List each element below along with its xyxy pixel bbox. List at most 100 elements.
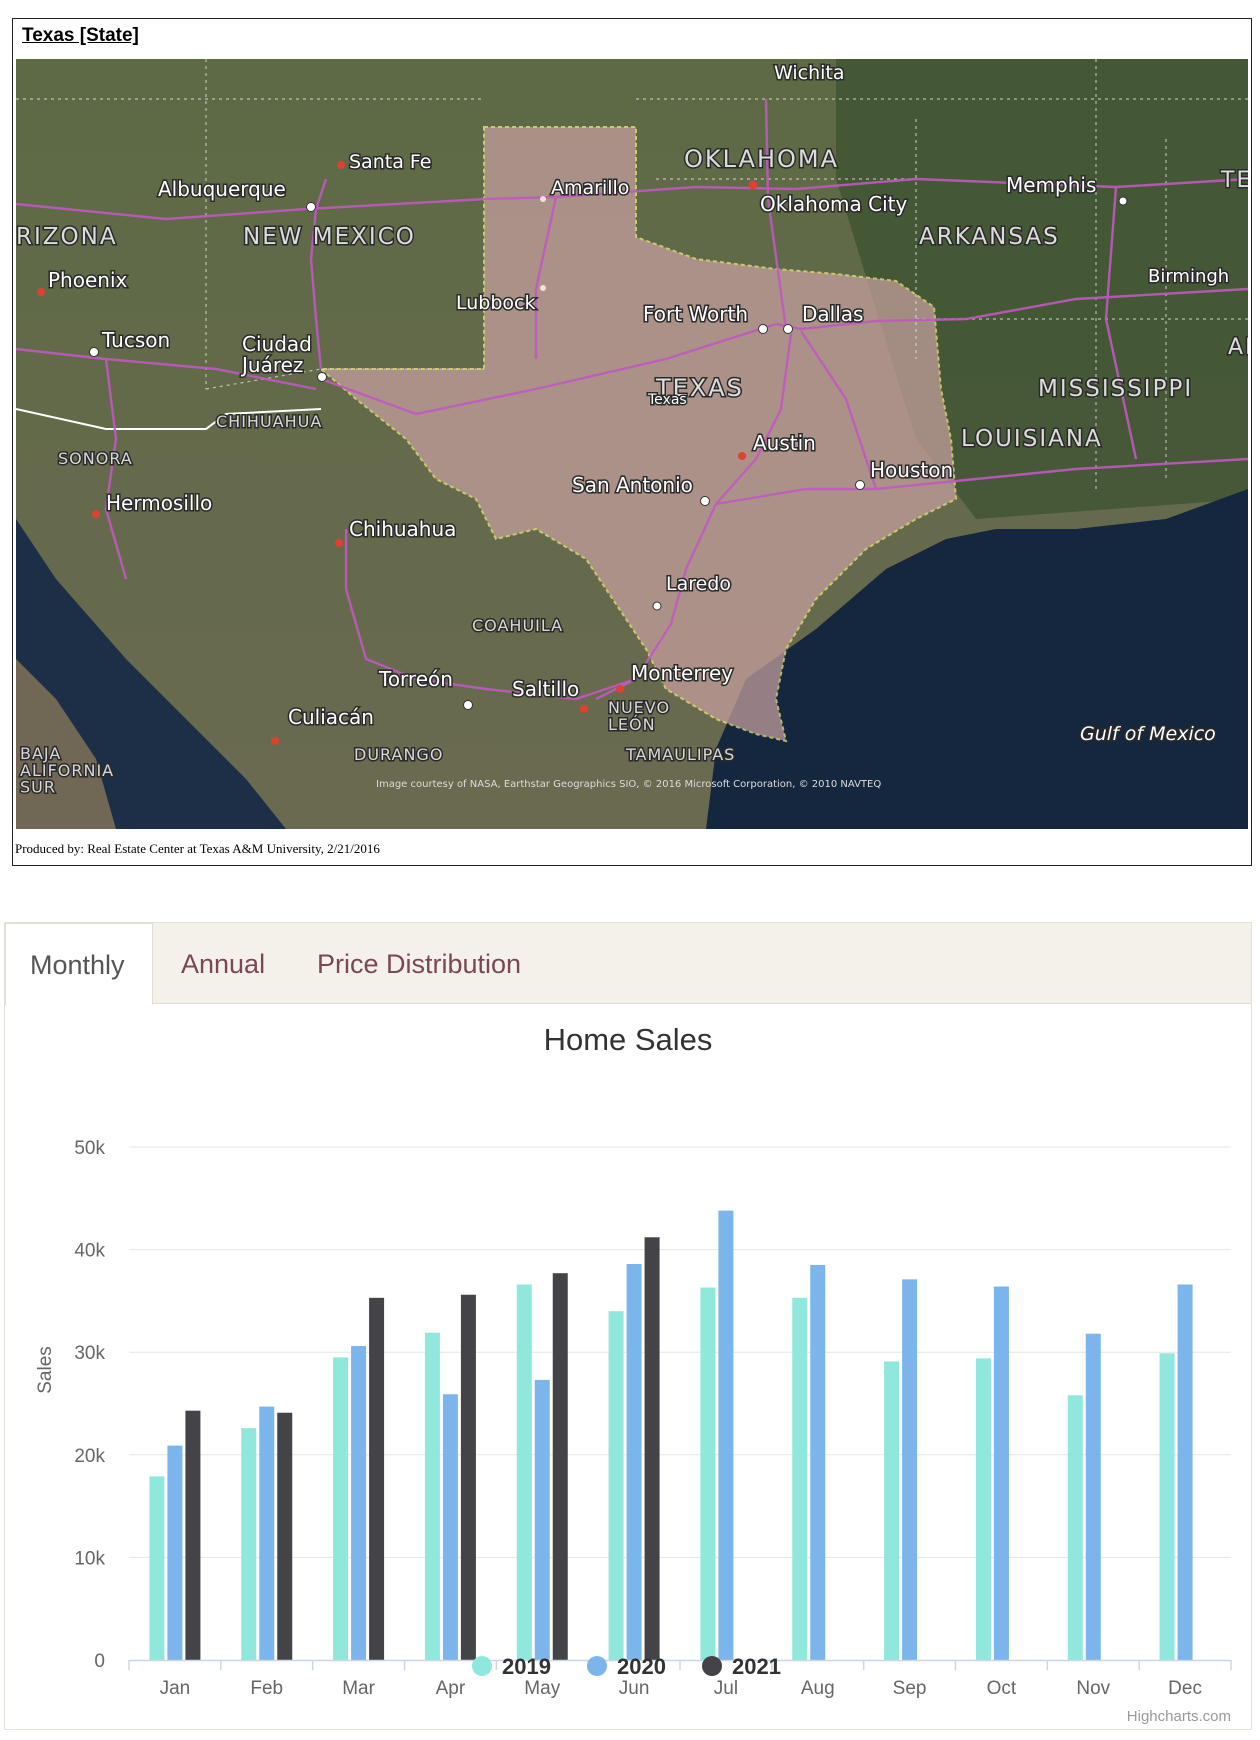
tab-monthly[interactable]: Monthly xyxy=(5,923,153,1005)
label-arkansas: ARKANSAS xyxy=(919,224,1060,250)
bar-2021-jan[interactable] xyxy=(185,1410,201,1660)
home-sales-chart: Home Sales Sales 0 10k 20k 30k 40k 50k Jan Feb… xyxy=(35,1022,1232,1725)
legend-marker xyxy=(472,1656,492,1676)
label-sonora: SONORA xyxy=(58,449,133,468)
bar-2019-jun[interactable] xyxy=(608,1311,624,1660)
bar-2021-feb[interactable] xyxy=(277,1412,293,1660)
label-monterrey: Monterrey xyxy=(631,661,733,685)
label-arizona: RIZONA xyxy=(16,224,118,250)
x-tick-label: Nov xyxy=(1076,1678,1110,1699)
label-chihuahua-region: CHIHUAHUA xyxy=(216,412,322,431)
y-tick-label: 20k xyxy=(74,1446,105,1467)
bar-2019-apr[interactable] xyxy=(424,1332,440,1660)
tab-bar: Monthly Annual Price Distribution xyxy=(5,923,1251,1005)
bar-2020-apr[interactable] xyxy=(442,1394,458,1660)
x-tick-label: Oct xyxy=(987,1678,1017,1699)
bar-2019-mar[interactable] xyxy=(333,1357,349,1660)
label-alabama: AL xyxy=(1228,335,1248,360)
tab-price-distribution[interactable]: Price Distribution xyxy=(317,923,521,1004)
label-fort-worth: Fort Worth xyxy=(643,302,748,326)
label-san-antonio: San Antonio xyxy=(572,473,693,497)
bar-2019-oct[interactable] xyxy=(975,1358,991,1660)
label-wichita: Wichita xyxy=(774,62,845,84)
bar-2020-feb[interactable] xyxy=(259,1406,275,1660)
label-chihuahua: Chihuahua xyxy=(349,517,456,541)
bar-2019-jan[interactable] xyxy=(149,1476,165,1660)
label-durango: DURANGO xyxy=(354,745,443,764)
label-amarillo: Amarillo xyxy=(551,177,629,199)
bar-2020-sep[interactable] xyxy=(902,1279,918,1660)
legend-label: 2020 xyxy=(617,1654,666,1679)
bar-2019-feb[interactable] xyxy=(241,1428,257,1660)
map-panel: Texas [State] Wichita Santa Fe Albuquerq… xyxy=(12,18,1252,866)
chart-title: Home Sales xyxy=(544,1022,713,1057)
legend-item-2021[interactable]: 2021 xyxy=(702,1654,781,1679)
label-albuquerque: Albuquerque xyxy=(158,177,286,201)
y-tick-label: 0 xyxy=(94,1651,105,1672)
x-tick-label: Jan xyxy=(160,1678,191,1699)
x-tick-label: Feb xyxy=(250,1678,283,1699)
label-lubbock: Lubbock xyxy=(456,292,536,314)
label-santa-fe: Santa Fe xyxy=(349,151,431,173)
label-mississippi: MISSISSIPPI xyxy=(1038,376,1193,402)
label-memphis: Memphis xyxy=(1006,173,1096,197)
label-louisiana: LOUISIANA xyxy=(961,426,1103,452)
x-tick-label: Apr xyxy=(436,1678,466,1699)
bar-2021-apr[interactable] xyxy=(460,1294,476,1660)
x-tick-label: Mar xyxy=(342,1678,375,1699)
label-hermosillo: Hermosillo xyxy=(106,491,212,515)
bar-2020-jun[interactable] xyxy=(626,1263,642,1660)
x-tick-label: May xyxy=(524,1678,560,1699)
bar-2019-sep[interactable] xyxy=(884,1361,900,1660)
y-tick-label: 30k xyxy=(74,1343,105,1364)
bar-2019-dec[interactable] xyxy=(1159,1353,1175,1660)
bar-2021-mar[interactable] xyxy=(369,1297,385,1660)
bar-2021-may[interactable] xyxy=(552,1273,568,1660)
label-austin: Austin xyxy=(753,431,816,455)
bar-2020-may[interactable] xyxy=(534,1379,550,1660)
x-tick-label: Aug xyxy=(801,1678,835,1699)
chart-panel: Monthly Annual Price Distribution Home S… xyxy=(4,922,1252,1730)
x-tick-label: Jul xyxy=(714,1678,738,1699)
bar-2020-jan[interactable] xyxy=(167,1445,183,1660)
bar-2020-mar[interactable] xyxy=(351,1346,367,1660)
label-dallas: Dallas xyxy=(802,302,863,326)
bar-2020-oct[interactable] xyxy=(993,1286,1009,1660)
bar-2021-jun[interactable] xyxy=(644,1237,660,1660)
satellite-map[interactable]: Wichita Santa Fe Albuquerque Amarillo OK… xyxy=(16,59,1248,829)
legend-item-2020[interactable]: 2020 xyxy=(587,1654,666,1679)
bar-2019-nov[interactable] xyxy=(1067,1395,1083,1660)
bar-2019-jul[interactable] xyxy=(700,1287,716,1660)
bar-2020-nov[interactable] xyxy=(1085,1333,1101,1660)
x-tick-label: Jun xyxy=(619,1678,650,1699)
label-laredo: Laredo xyxy=(666,573,731,595)
bar-2020-aug[interactable] xyxy=(810,1264,826,1660)
x-tick-label: Dec xyxy=(1168,1678,1202,1699)
label-tennessee: TE xyxy=(1220,168,1248,193)
y-tick-label: 10k xyxy=(74,1548,105,1569)
legend-item-2019[interactable]: 2019 xyxy=(472,1654,551,1679)
label-tamaulipas: TAMAULIPAS xyxy=(625,745,735,764)
bar-2020-dec[interactable] xyxy=(1177,1284,1193,1660)
legend-label: 2021 xyxy=(732,1654,781,1679)
bar-2019-aug[interactable] xyxy=(792,1297,808,1660)
tab-annual[interactable]: Annual xyxy=(181,923,265,1004)
bar-2020-jul[interactable] xyxy=(718,1210,734,1660)
legend-marker xyxy=(702,1656,722,1676)
label-torreon: Torreón xyxy=(378,667,453,691)
label-texas-marker: Texas xyxy=(647,392,687,408)
label-saltillo: Saltillo xyxy=(512,677,579,701)
label-oklahoma: OKLAHOMA xyxy=(684,145,839,173)
label-coahuila: COAHUILA xyxy=(472,616,563,635)
label-tucson: Tucson xyxy=(101,328,170,352)
y-tick-label: 50k xyxy=(74,1138,105,1159)
label-gulf: Gulf of Mexico xyxy=(1080,723,1216,745)
imagery-credit: Image courtesy of NASA, Earthstar Geogra… xyxy=(376,779,881,790)
y-axis-title: Sales xyxy=(35,1346,56,1394)
label-houston: Houston xyxy=(870,458,953,482)
bar-2019-may[interactable] xyxy=(516,1284,532,1660)
map-title[interactable]: Texas [State] xyxy=(22,25,139,47)
map-svg: Wichita Santa Fe Albuquerque Amarillo OK… xyxy=(16,59,1248,829)
label-oklahoma-city: Oklahoma City xyxy=(760,192,908,216)
highcharts-credit[interactable]: Highcharts.com xyxy=(1127,1708,1231,1725)
